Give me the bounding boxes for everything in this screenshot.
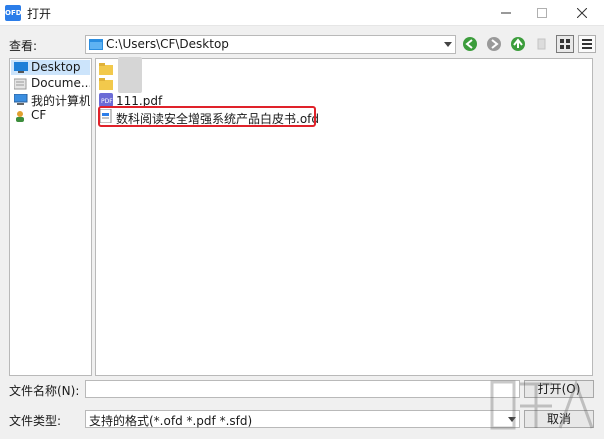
forward-icon — [487, 37, 501, 51]
new-folder-icon — [537, 38, 546, 50]
lookin-label: 查看: — [9, 39, 38, 53]
minimize-icon — [501, 12, 511, 14]
filename-label: 文件名称(N): — [9, 384, 80, 398]
sidebar-item-computer[interactable]: 我的计算机 — [11, 92, 90, 107]
new-folder-button[interactable] — [534, 36, 550, 52]
documents-icon — [14, 78, 27, 90]
up-folder-button[interactable] — [510, 36, 526, 52]
sidebar-item-desktop[interactable]: Desktop — [11, 60, 90, 75]
path-text: C:\Users\CF\Desktop — [106, 37, 229, 51]
folder-icon — [99, 78, 113, 90]
sidebar-item-user[interactable]: CF — [11, 108, 90, 123]
desktop-icon — [14, 62, 28, 73]
forward-button[interactable] — [486, 36, 502, 52]
computer-icon — [14, 94, 28, 105]
thumbnail-view-button[interactable] — [556, 35, 574, 53]
app-logo-icon: OFD — [5, 5, 22, 21]
up-folder-icon — [511, 37, 525, 51]
filetype-label: 文件类型: — [9, 414, 62, 428]
sidebar-item-label: Docume... — [31, 76, 90, 90]
pdf-file-icon: PDF — [99, 93, 113, 107]
svg-text:PDF: PDF — [101, 98, 113, 105]
close-icon — [577, 8, 587, 18]
maximize-icon — [537, 8, 547, 18]
folder-icon — [99, 63, 113, 75]
path-combobox[interactable]: C:\Users\CF\Desktop — [85, 35, 456, 54]
back-icon — [463, 37, 477, 51]
sidebar-item-documents[interactable]: Docume... — [11, 76, 90, 91]
filetype-value: 支持的格式(*.ofd *.pdf *.sfd) — [89, 414, 253, 428]
chevron-down-icon — [444, 42, 452, 47]
thumbnail-view-icon — [560, 39, 570, 49]
window-title: 打开 — [27, 7, 52, 21]
folder-icon — [89, 39, 103, 50]
list-view-button[interactable] — [578, 35, 596, 53]
filename-input[interactable] — [85, 380, 520, 398]
places-sidebar: Desktop Docume... 我的计算机 CF — [9, 58, 92, 376]
back-button[interactable] — [462, 36, 478, 52]
maximize-button[interactable] — [524, 1, 560, 25]
filetype-select[interactable]: 支持的格式(*.ofd *.pdf *.sfd) — [85, 410, 520, 428]
highlight-annotation — [98, 106, 316, 127]
minimize-button[interactable] — [488, 1, 524, 25]
list-view-icon — [582, 39, 592, 49]
title-bar: OFD 打开 — [0, 0, 604, 26]
blurred-region — [118, 57, 142, 93]
user-icon — [16, 111, 24, 122]
close-button[interactable] — [564, 1, 600, 25]
sidebar-item-label: 我的计算机 — [31, 94, 90, 107]
sidebar-item-label: Desktop — [31, 60, 81, 74]
sidebar-item-label: CF — [31, 108, 47, 122]
watermark-logo-icon — [490, 379, 594, 430]
